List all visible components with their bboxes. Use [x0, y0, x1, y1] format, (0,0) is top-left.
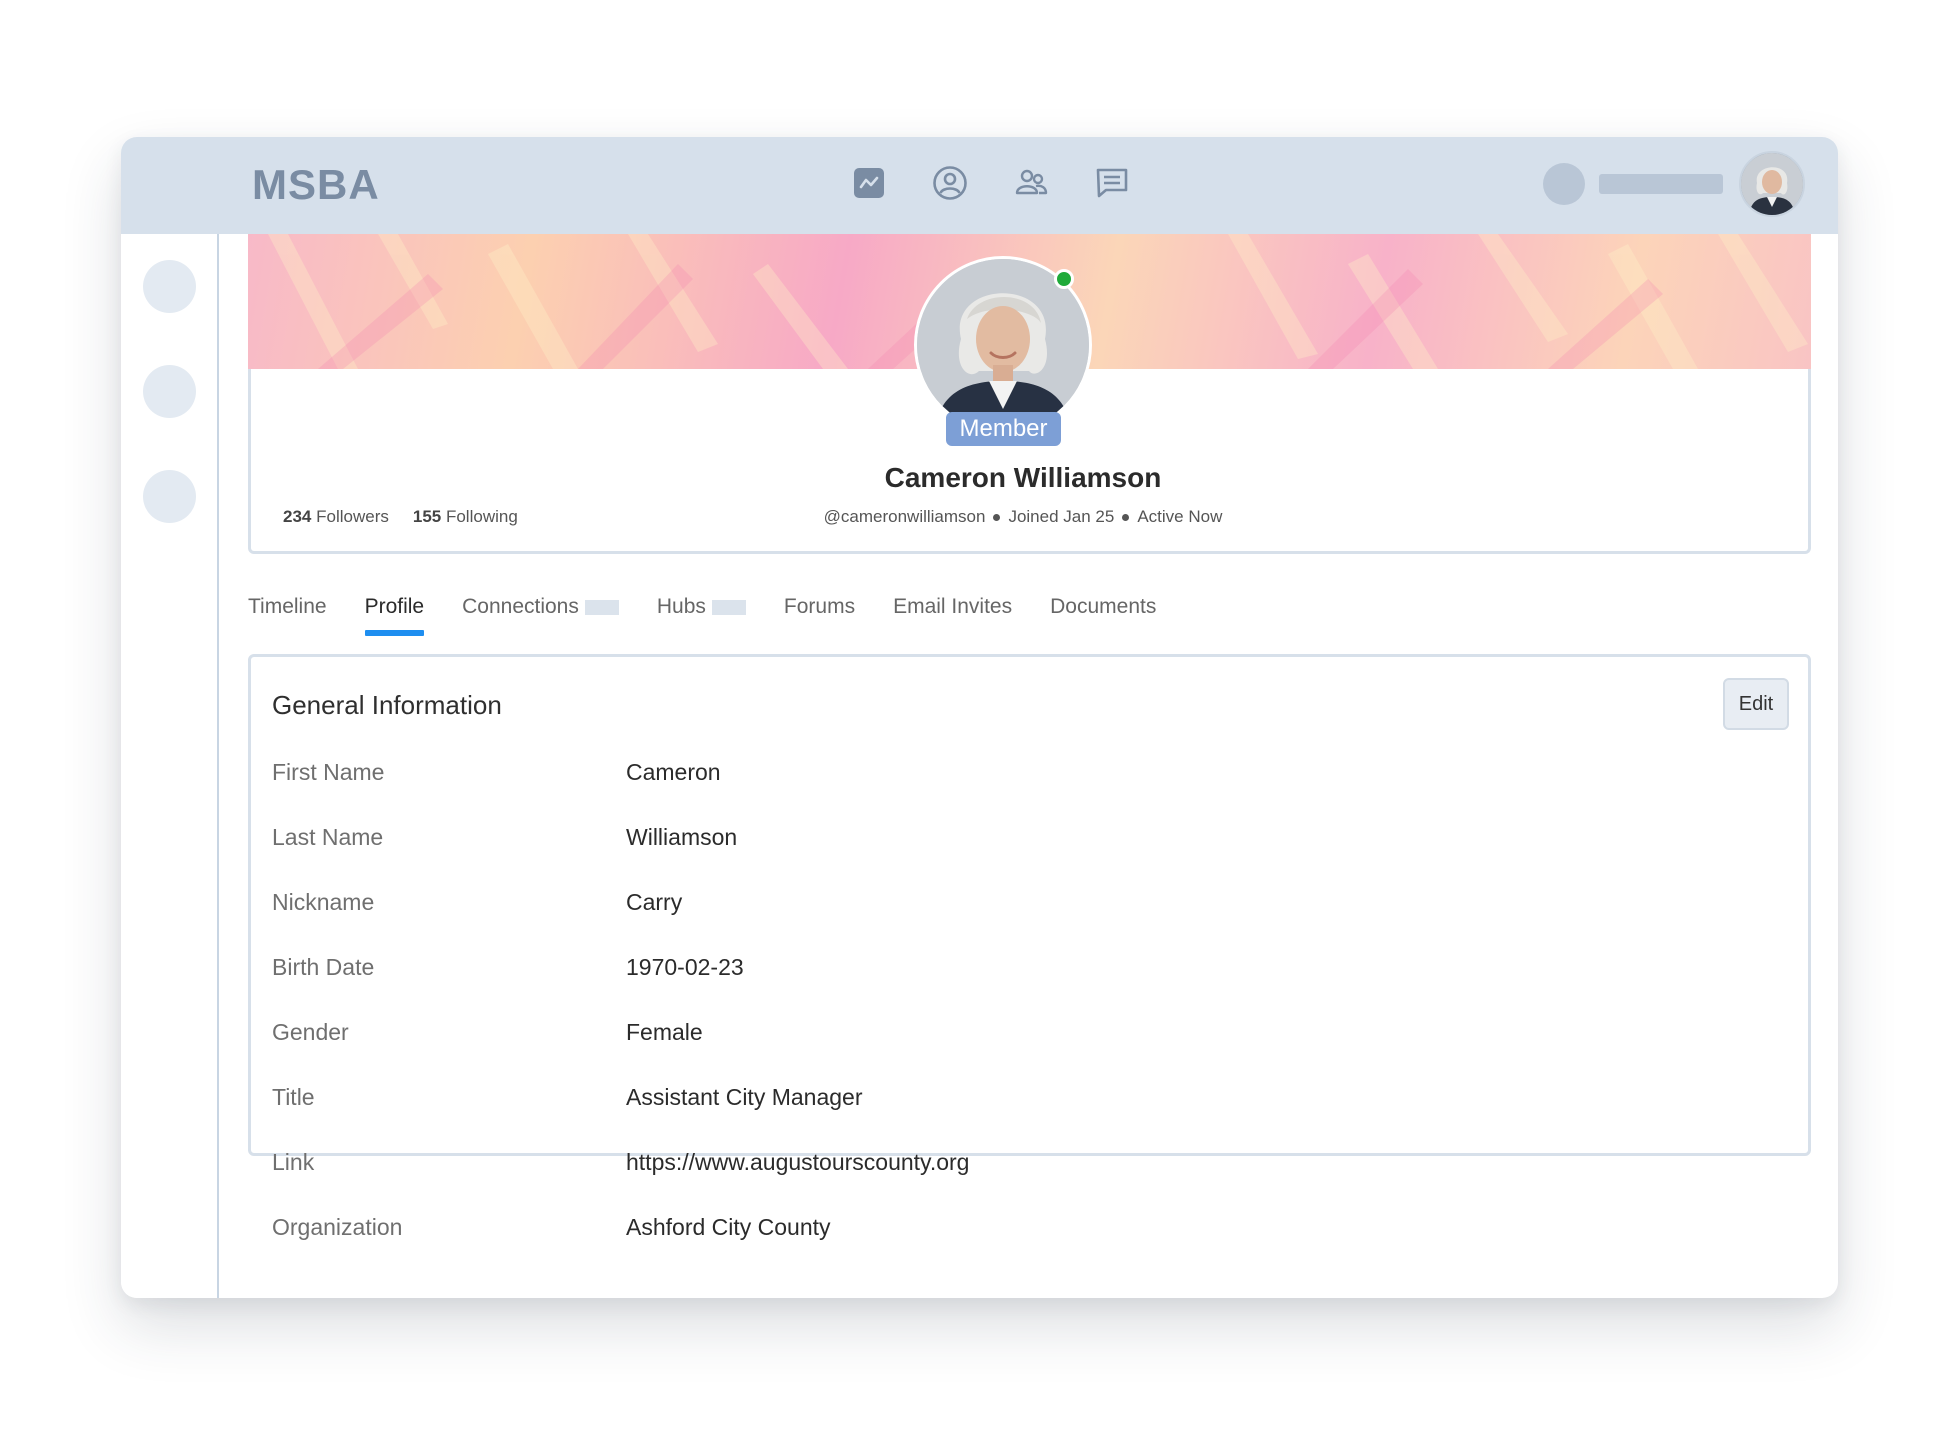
- user-menu[interactable]: [1543, 151, 1805, 217]
- sidebar-item-placeholder[interactable]: [143, 365, 196, 418]
- field-value: Cameron: [626, 759, 721, 785]
- field-value: Ashford City County: [626, 1214, 831, 1240]
- tab-label: Connections: [462, 595, 579, 618]
- profile-handle: @cameronwilliamson: [823, 507, 986, 526]
- field-value: Female: [626, 1019, 703, 1045]
- tab-label: Hubs: [656, 595, 706, 618]
- tab-forums[interactable]: Forums: [784, 592, 855, 632]
- info-row-title: Title Assistant City Manager: [272, 1082, 969, 1147]
- field-value-link[interactable]: https://www.augustourscounty.org: [626, 1147, 969, 1177]
- info-row-nickname: Nickname Carry: [272, 887, 969, 952]
- info-row-gender: Gender Female: [272, 1017, 969, 1082]
- field-label: Link: [272, 1149, 315, 1175]
- notification-placeholder[interactable]: [1543, 163, 1585, 205]
- followers-count: 234: [283, 507, 312, 526]
- tab-connections[interactable]: Connections: [462, 592, 619, 632]
- profile-status: Active Now: [1137, 507, 1223, 526]
- user-circle-icon[interactable]: [932, 165, 968, 201]
- field-label: First Name: [272, 759, 385, 785]
- member-badge: Member: [946, 412, 1061, 446]
- tab-label: Timeline: [248, 595, 327, 618]
- separator-dot: [1122, 514, 1130, 522]
- info-row-first-name: First Name Cameron: [272, 757, 969, 822]
- field-value: Carry: [626, 889, 683, 915]
- message-icon[interactable]: [1094, 165, 1130, 201]
- tab-label: Profile: [364, 595, 425, 618]
- field-label: Title: [272, 1084, 315, 1110]
- avatar[interactable]: [1739, 151, 1805, 217]
- field-label: Birth Date: [272, 954, 375, 980]
- tab-profile[interactable]: Profile: [364, 592, 425, 636]
- info-list: First Name Cameron Last Name Williamson …: [272, 757, 969, 1277]
- tab-hubs[interactable]: Hubs: [657, 592, 746, 632]
- field-label: Organization: [272, 1214, 403, 1240]
- info-row-birth-date: Birth Date 1970-02-23: [272, 952, 969, 1017]
- info-row-organization: Organization Ashford City County: [272, 1212, 969, 1277]
- sidebar-item-placeholder[interactable]: [143, 260, 196, 313]
- following-label: Following: [445, 507, 518, 526]
- username-placeholder: [1599, 174, 1723, 194]
- users-icon[interactable]: [1013, 165, 1049, 201]
- sidebar-item-placeholder[interactable]: [143, 470, 196, 523]
- section-title: General Information: [272, 690, 502, 720]
- profile-joined: Joined Jan 25: [1008, 507, 1115, 526]
- profile-meta: @cameronwilliamson Joined Jan 25 Active No…: [785, 505, 1261, 529]
- separator-dot: [993, 514, 1001, 522]
- tab-label: Email Invites: [893, 595, 1013, 618]
- field-label: Last Name: [272, 824, 384, 850]
- app-window: MSBA Member Cameron Williamson 234 Follo…: [121, 137, 1838, 1298]
- edit-button[interactable]: Edit: [1723, 678, 1789, 730]
- top-navigation-bar: MSBA: [121, 137, 1838, 234]
- field-label: Gender: [272, 1019, 349, 1045]
- field-value: Assistant City Manager: [626, 1084, 863, 1110]
- field-label: Nickname: [272, 889, 375, 915]
- main-nav: [851, 165, 1130, 201]
- following-count: 155: [412, 507, 442, 526]
- profile-tabs: Timeline Profile Connections Hubs Forums…: [248, 592, 1194, 636]
- followers-label: Followers: [316, 507, 389, 526]
- followers-link[interactable]: 234 Followers: [283, 505, 389, 529]
- online-status-indicator: [1054, 269, 1074, 289]
- tab-label: Forums: [783, 595, 856, 618]
- profile-name: Cameron Williamson: [884, 462, 1162, 493]
- info-row-link: Link https://www.augustourscounty.org: [272, 1147, 969, 1212]
- activity-icon[interactable]: [851, 165, 887, 201]
- tab-timeline[interactable]: Timeline: [248, 592, 327, 632]
- tab-count-placeholder: [711, 600, 746, 615]
- left-sidebar: [121, 234, 219, 1298]
- tab-label: Documents: [1050, 595, 1157, 618]
- field-value: Williamson: [626, 824, 738, 850]
- tab-email-invites[interactable]: Email Invites: [893, 592, 1012, 632]
- field-value: 1970-02-23: [626, 954, 744, 980]
- msba-logo[interactable]: MSBA: [252, 161, 380, 209]
- tab-documents[interactable]: Documents: [1050, 592, 1156, 632]
- general-information-card: General Information Edit First Name Came…: [248, 654, 1811, 1240]
- follow-stats: 234 Followers 155 Following: [283, 505, 518, 529]
- following-link[interactable]: 155 Following: [413, 505, 518, 529]
- tab-count-placeholder: [584, 600, 619, 615]
- info-row-last-name: Last Name Williamson: [272, 822, 969, 887]
